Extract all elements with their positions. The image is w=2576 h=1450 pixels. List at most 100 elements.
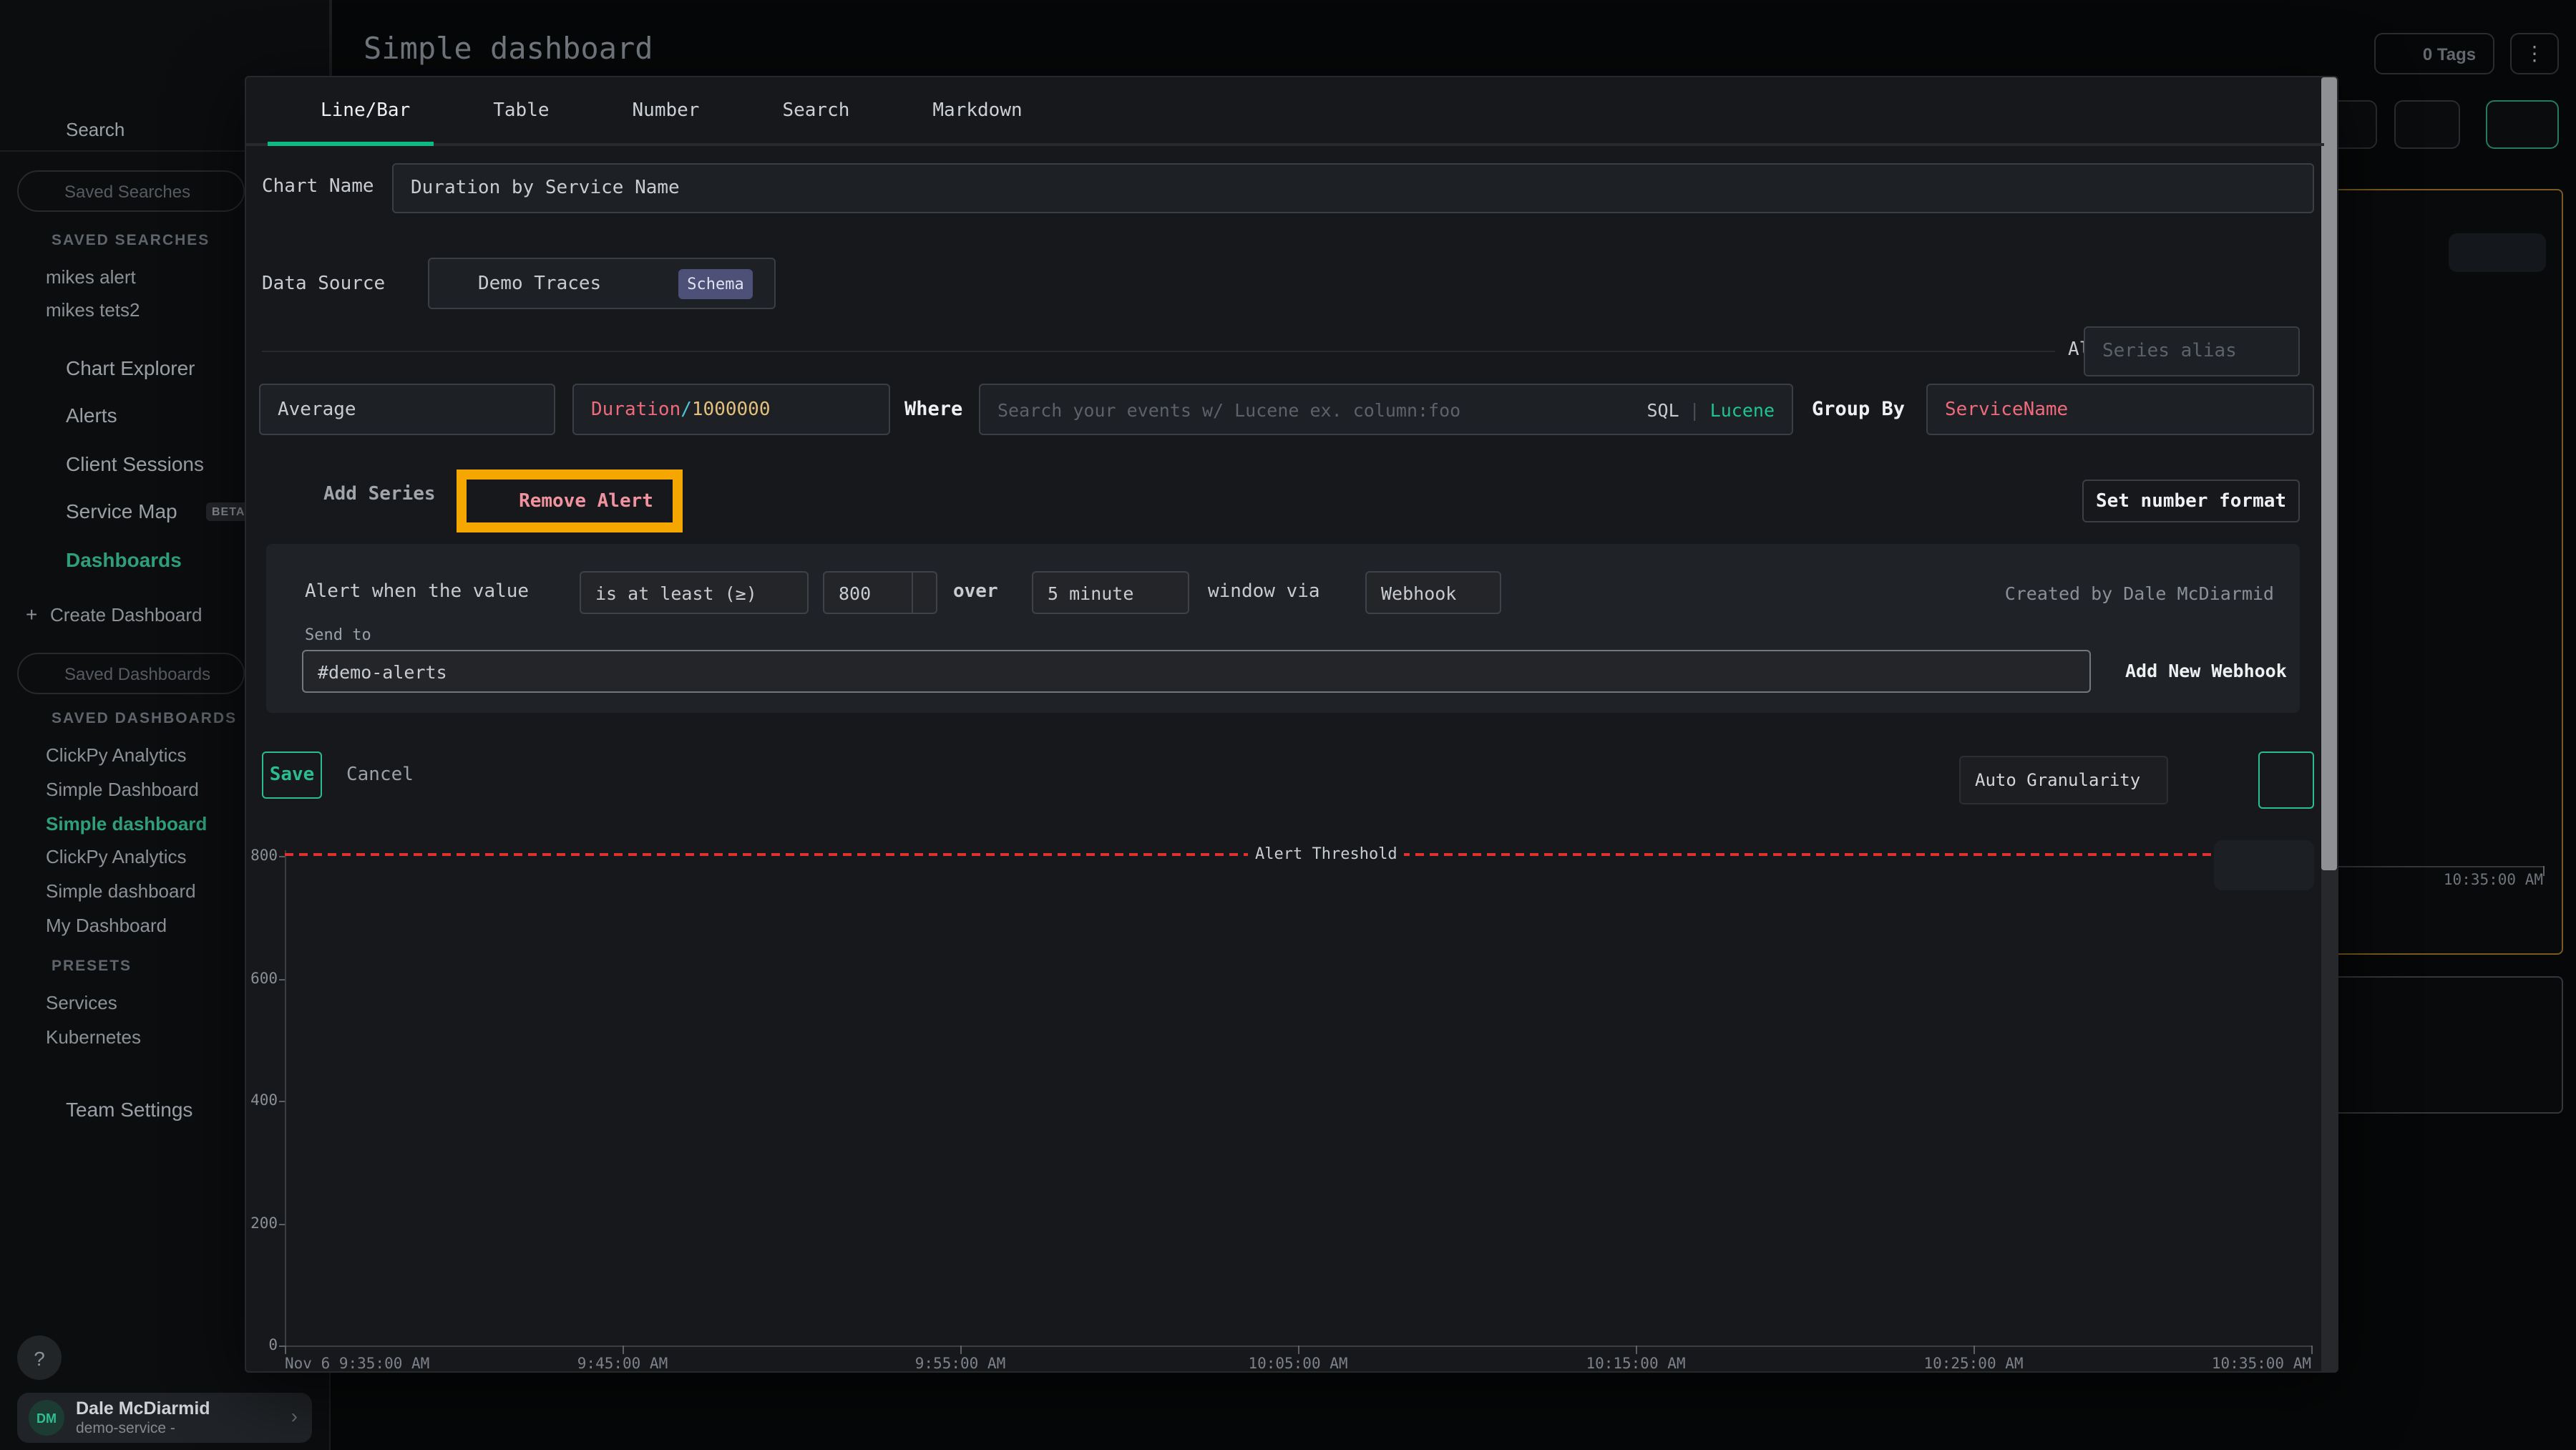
- y-tick-label: 600: [246, 970, 278, 987]
- laptop-icon: [26, 450, 52, 476]
- y-tick-label: 200: [246, 1215, 278, 1232]
- annotation-highlight-box: Remove Alert: [457, 469, 683, 532]
- alert-prefix-label: Alert when the value: [305, 581, 529, 603]
- bg-x-tick: [2543, 866, 2545, 876]
- line-chart-icon[interactable]: [2235, 854, 2258, 877]
- set-number-format-button[interactable]: Set number format: [2082, 480, 2300, 522]
- created-by-label: Created by Dale McDiarmid: [2005, 583, 2274, 604]
- tags-button[interactable]: 0 Tags: [2374, 33, 2494, 74]
- chart-type-toggle[interactable]: [2214, 840, 2314, 890]
- filter-icon: [2415, 112, 2439, 137]
- lucene-mode-toggle[interactable]: Lucene: [1710, 399, 1775, 420]
- tab-markdown[interactable]: Markdown: [901, 99, 1022, 121]
- save-button[interactable]: Save: [262, 751, 322, 799]
- topbar: HyperDX Simple dashboard 0 Tags ⋮: [0, 0, 2576, 76]
- chart-name-input[interactable]: Duration by Service Name: [392, 163, 2314, 213]
- active-tab-underline: [268, 142, 434, 146]
- y-tick: [279, 1223, 285, 1225]
- more-menu-button[interactable]: ⋮: [2510, 33, 2559, 74]
- tab-search[interactable]: Search: [751, 99, 849, 121]
- database-icon: [447, 273, 467, 294]
- y-tick: [279, 856, 285, 857]
- data-source-select[interactable]: Demo Traces Schema: [428, 258, 776, 309]
- saved-dashboards-input[interactable]: Saved Dashboards: [17, 653, 245, 694]
- bar-chart-icon[interactable]: [2273, 856, 2293, 875]
- saved-searches-placeholder: Saved Searches: [64, 181, 190, 201]
- saved-dashboards-header[interactable]: SAVED DASHBOARDS: [26, 710, 237, 727]
- chevron-down-icon: [26, 711, 40, 726]
- granularity-select[interactable]: Auto Granularity: [1959, 756, 2168, 804]
- x-tick: [285, 1346, 286, 1354]
- aggregation-select[interactable]: Average: [259, 384, 555, 435]
- grid2-icon: [26, 546, 52, 572]
- alert-threshold-input[interactable]: 800: [823, 571, 937, 614]
- page-title[interactable]: Simple dashboard: [364, 31, 653, 66]
- bar-chart-icon[interactable]: [2506, 244, 2524, 261]
- avatar: DM: [29, 1400, 64, 1436]
- field-input[interactable]: Duration/1000000: [572, 384, 890, 435]
- x-tick-label: Nov 6 9:35:00 AM: [285, 1356, 429, 1373]
- search-icon: [33, 181, 53, 201]
- alias-input[interactable]: Series alias: [2084, 326, 2300, 376]
- tile-resize-handle[interactable]: [2533, 930, 2547, 945]
- tab-table[interactable]: Table: [462, 99, 549, 121]
- user-card[interactable]: DM Dale McDiarmid demo-service - ›: [17, 1393, 312, 1443]
- edit-chart-modal: Line/Bar Table Number Search Markdown Ch…: [245, 76, 2338, 1373]
- sql-mode-toggle[interactable]: SQL: [1646, 399, 1679, 420]
- chart-line-icon: [289, 99, 311, 121]
- alert-condition-select[interactable]: is at least (≥): [580, 571, 809, 614]
- select-chevrons-icon: [1478, 581, 1493, 604]
- gear-icon: [26, 1096, 52, 1122]
- background-run-button[interactable]: [2486, 100, 2559, 149]
- user-subtitle: demo-service -: [76, 1420, 175, 1437]
- alert-channel-select[interactable]: Webhook: [1365, 571, 1501, 614]
- plus-circle-icon: [286, 482, 311, 507]
- saved-searches-input[interactable]: Saved Searches: [17, 170, 245, 212]
- modal-scrollbar-thumb[interactable]: [2321, 77, 2337, 870]
- schema-badge[interactable]: Schema: [678, 269, 753, 299]
- kebab-icon: ⋮: [2524, 42, 2545, 66]
- group-by-input[interactable]: ServiceName: [1926, 384, 2314, 435]
- bg-chart-type-toggle[interactable]: [2449, 233, 2546, 272]
- dashboard-tile-partial[interactable]: [2321, 976, 2563, 1114]
- markdown-icon: [901, 99, 922, 121]
- webhook-select[interactable]: #demo-alerts: [302, 650, 2091, 693]
- remove-alert-button[interactable]: Remove Alert: [486, 490, 653, 512]
- y-tick-label: 0: [246, 1337, 278, 1354]
- saved-searches-header[interactable]: SAVED SEARCHES: [26, 232, 210, 249]
- alert-window-select[interactable]: 5 minute: [1032, 571, 1189, 614]
- bell-icon: [26, 402, 52, 428]
- add-new-webhook-button[interactable]: Add New Webhook: [2125, 660, 2287, 681]
- search-doc-icon: [26, 116, 52, 142]
- x-tick: [960, 1346, 962, 1354]
- bg-x-axis: [2338, 866, 2543, 867]
- y-tick: [279, 978, 285, 980]
- refresh-icon: [2340, 113, 2363, 136]
- presets-header[interactable]: PRESETS: [26, 958, 132, 975]
- app-root: 10:35:00 AM HyperDX Simple dashboard 0 T…: [0, 0, 2576, 1450]
- cancel-button[interactable]: Cancel: [346, 751, 414, 799]
- play-icon: [2276, 770, 2296, 790]
- x-tick: [1974, 1346, 1975, 1354]
- line-chart-icon[interactable]: [2470, 242, 2492, 263]
- chevron-down-icon: [26, 233, 40, 248]
- group-by-label: Group By: [1812, 398, 1905, 421]
- tab-number[interactable]: Number: [601, 99, 700, 121]
- x-tick: [1298, 1346, 1299, 1354]
- listbox-icon: [751, 99, 772, 121]
- run-query-button[interactable]: [2258, 751, 2314, 809]
- tabs-baseline: [246, 143, 2324, 146]
- saved-dashboards-placeholder: Saved Dashboards: [64, 663, 210, 683]
- help-button[interactable]: ?: [17, 1335, 62, 1380]
- filter-button[interactable]: [2394, 100, 2460, 149]
- tab-line-bar[interactable]: Line/Bar: [289, 99, 410, 121]
- bell-icon: [486, 490, 507, 512]
- x-tick-label: 10:15:00 AM: [1543, 1356, 1729, 1373]
- data-source-label: Data Source: [262, 273, 385, 295]
- select-chevrons-icon: [786, 581, 800, 604]
- table-icon: [462, 99, 483, 121]
- add-series-button[interactable]: Add Series: [286, 482, 436, 507]
- modal-scrollbar-track[interactable]: [2321, 77, 2337, 1373]
- where-search-input[interactable]: Search your events w/ Lucene ex. column:…: [979, 384, 1793, 435]
- number-stepper[interactable]: [912, 573, 936, 613]
